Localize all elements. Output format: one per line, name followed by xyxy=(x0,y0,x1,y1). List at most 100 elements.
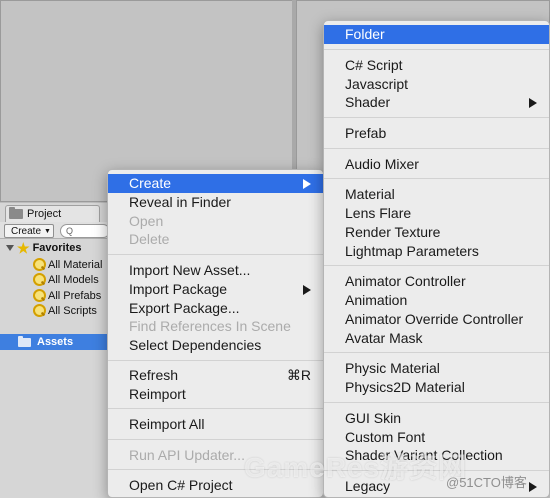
menu-item-find-references: Find References In Scene xyxy=(108,317,323,336)
menu-item-label: Prefab xyxy=(345,125,387,141)
menu-item-label: Shader xyxy=(345,94,391,110)
favorite-item-label: All Models xyxy=(48,273,99,286)
saved-search-icon xyxy=(32,273,46,286)
menu-separator xyxy=(324,352,549,353)
submenu-item-shader[interactable]: Shader xyxy=(324,93,549,112)
menu-item-label: Folder xyxy=(345,26,385,42)
submenu-item-audio-mixer[interactable]: Audio Mixer xyxy=(324,155,549,174)
submenu-item-prefab[interactable]: Prefab xyxy=(324,124,549,143)
menu-item-label: Physics2D Material xyxy=(345,379,465,395)
menu-separator xyxy=(324,117,549,118)
submenu-item-animator-override-controller[interactable]: Animator Override Controller xyxy=(324,310,549,329)
menu-item-label: GUI Skin xyxy=(345,410,402,426)
menu-item-import-new-asset[interactable]: Import New Asset... xyxy=(108,261,323,280)
favorite-item[interactable]: All Material xyxy=(32,257,102,272)
menu-item-import-package[interactable]: Import Package xyxy=(108,280,323,299)
menu-item-label: Create xyxy=(129,175,172,191)
submenu-item-folder[interactable]: Folder xyxy=(324,25,549,44)
menu-item-label: Lightmap Parameters xyxy=(345,243,479,259)
favorite-item[interactable]: All Models xyxy=(32,272,99,287)
menu-separator xyxy=(324,49,549,50)
menu-shortcut: ⌘R xyxy=(286,367,311,383)
menu-item-open: Open xyxy=(108,212,323,231)
saved-search-icon xyxy=(32,304,46,317)
menu-item-label: Open C# Project xyxy=(129,477,233,493)
menu-item-create[interactable]: Create xyxy=(108,174,323,193)
favorites-label: Favorites xyxy=(32,241,82,254)
menu-item-label: Reimport All xyxy=(129,416,205,432)
submenu-item-lens-flare[interactable]: Lens Flare xyxy=(324,204,549,223)
menu-item-label: Import New Asset... xyxy=(129,262,251,278)
submenu-item-csharp-script[interactable]: C# Script xyxy=(324,56,549,75)
submenu-item-custom-font[interactable]: Custom Font xyxy=(324,428,549,447)
submenu-item-animator-controller[interactable]: Animator Controller xyxy=(324,272,549,291)
menu-item-label: Animator Controller xyxy=(345,273,466,289)
menu-item-label: Physic Material xyxy=(345,360,440,376)
submenu-arrow-icon xyxy=(303,179,311,189)
menu-item-label: Reimport xyxy=(129,386,186,402)
menu-item-reimport[interactable]: Reimport xyxy=(108,385,323,404)
menu-item-export-package[interactable]: Export Package... xyxy=(108,299,323,318)
favorite-item[interactable]: All Prefabs xyxy=(32,288,101,303)
favorite-item-label: All Material xyxy=(48,258,103,271)
favorites-row[interactable]: ★ Favorites xyxy=(6,240,81,255)
project-tab[interactable]: Project xyxy=(5,205,100,222)
menu-item-select-dependencies[interactable]: Select Dependencies xyxy=(108,336,323,355)
chevron-down-icon: ▼ xyxy=(44,227,51,235)
menu-item-label: Select Dependencies xyxy=(129,337,262,353)
menu-item-label: Find References In Scene xyxy=(129,318,291,334)
create-button-label: Create xyxy=(11,225,42,237)
submenu-item-avatar-mask[interactable]: Avatar Mask xyxy=(324,329,549,348)
menu-item-label: Import Package xyxy=(129,281,228,297)
menu-item-refresh[interactable]: Refresh ⌘R xyxy=(108,366,323,385)
menu-separator xyxy=(108,360,323,361)
submenu-item-gui-skin[interactable]: GUI Skin xyxy=(324,409,549,428)
submenu-item-material[interactable]: Material xyxy=(324,185,549,204)
star-icon: ★ xyxy=(17,239,30,256)
menu-separator xyxy=(324,265,549,266)
menu-separator xyxy=(324,402,549,403)
submenu-arrow-icon xyxy=(529,98,537,108)
menu-separator xyxy=(108,254,323,255)
search-placeholder: Q xyxy=(66,226,74,236)
assets-folder-row[interactable]: Assets xyxy=(0,334,110,350)
menu-separator xyxy=(108,408,323,409)
submenu-item-render-texture[interactable]: Render Texture xyxy=(324,223,549,242)
submenu-arrow-icon xyxy=(303,285,311,295)
create-dropdown-button[interactable]: Create ▼ xyxy=(4,224,54,238)
menu-item-label: Open xyxy=(129,213,164,229)
project-tab-label: Project xyxy=(27,208,62,220)
submenu-arrow-icon xyxy=(529,482,537,492)
menu-item-label: Javascript xyxy=(345,76,409,92)
menu-item-label: Material xyxy=(345,186,395,202)
menu-item-label: Run API Updater... xyxy=(129,447,245,463)
search-input[interactable]: Q xyxy=(60,224,110,238)
menu-item-reveal-in-finder[interactable]: Reveal in Finder xyxy=(108,193,323,212)
submenu-item-animation[interactable]: Animation xyxy=(324,291,549,310)
menu-item-label: Animator Override Controller xyxy=(345,311,524,327)
menu-item-label: Audio Mixer xyxy=(345,156,419,172)
menu-item-label: Lens Flare xyxy=(345,205,412,221)
saved-search-icon xyxy=(32,258,46,271)
submenu-item-javascript[interactable]: Javascript xyxy=(324,75,549,94)
project-toolbar: Create ▼ Q xyxy=(0,222,110,239)
folder-icon xyxy=(9,207,23,219)
menu-item-label: Delete xyxy=(129,231,170,247)
favorite-item-label: All Prefabs xyxy=(48,289,102,302)
watermark-source: @51CTO博客 xyxy=(446,475,527,490)
watermark: GameRes游资网 xyxy=(244,452,468,483)
menu-item-label: Export Package... xyxy=(129,300,240,316)
expand-triangle-icon[interactable] xyxy=(6,244,14,251)
submenu-item-physics2d-material[interactable]: Physics2D Material xyxy=(324,378,549,397)
folder-icon xyxy=(18,335,31,347)
menu-item-delete: Delete xyxy=(108,230,323,249)
saved-search-icon xyxy=(32,289,46,302)
submenu-item-physic-material[interactable]: Physic Material xyxy=(324,359,549,378)
menu-item-label: Refresh xyxy=(129,367,179,383)
menu-item-label: Custom Font xyxy=(345,429,426,445)
menu-separator xyxy=(324,148,549,149)
menu-item-reimport-all[interactable]: Reimport All xyxy=(108,415,323,434)
favorite-item[interactable]: All Scripts xyxy=(32,303,97,318)
submenu-item-lightmap-parameters[interactable]: Lightmap Parameters xyxy=(324,242,549,261)
menu-item-label: Reveal in Finder xyxy=(129,194,231,210)
